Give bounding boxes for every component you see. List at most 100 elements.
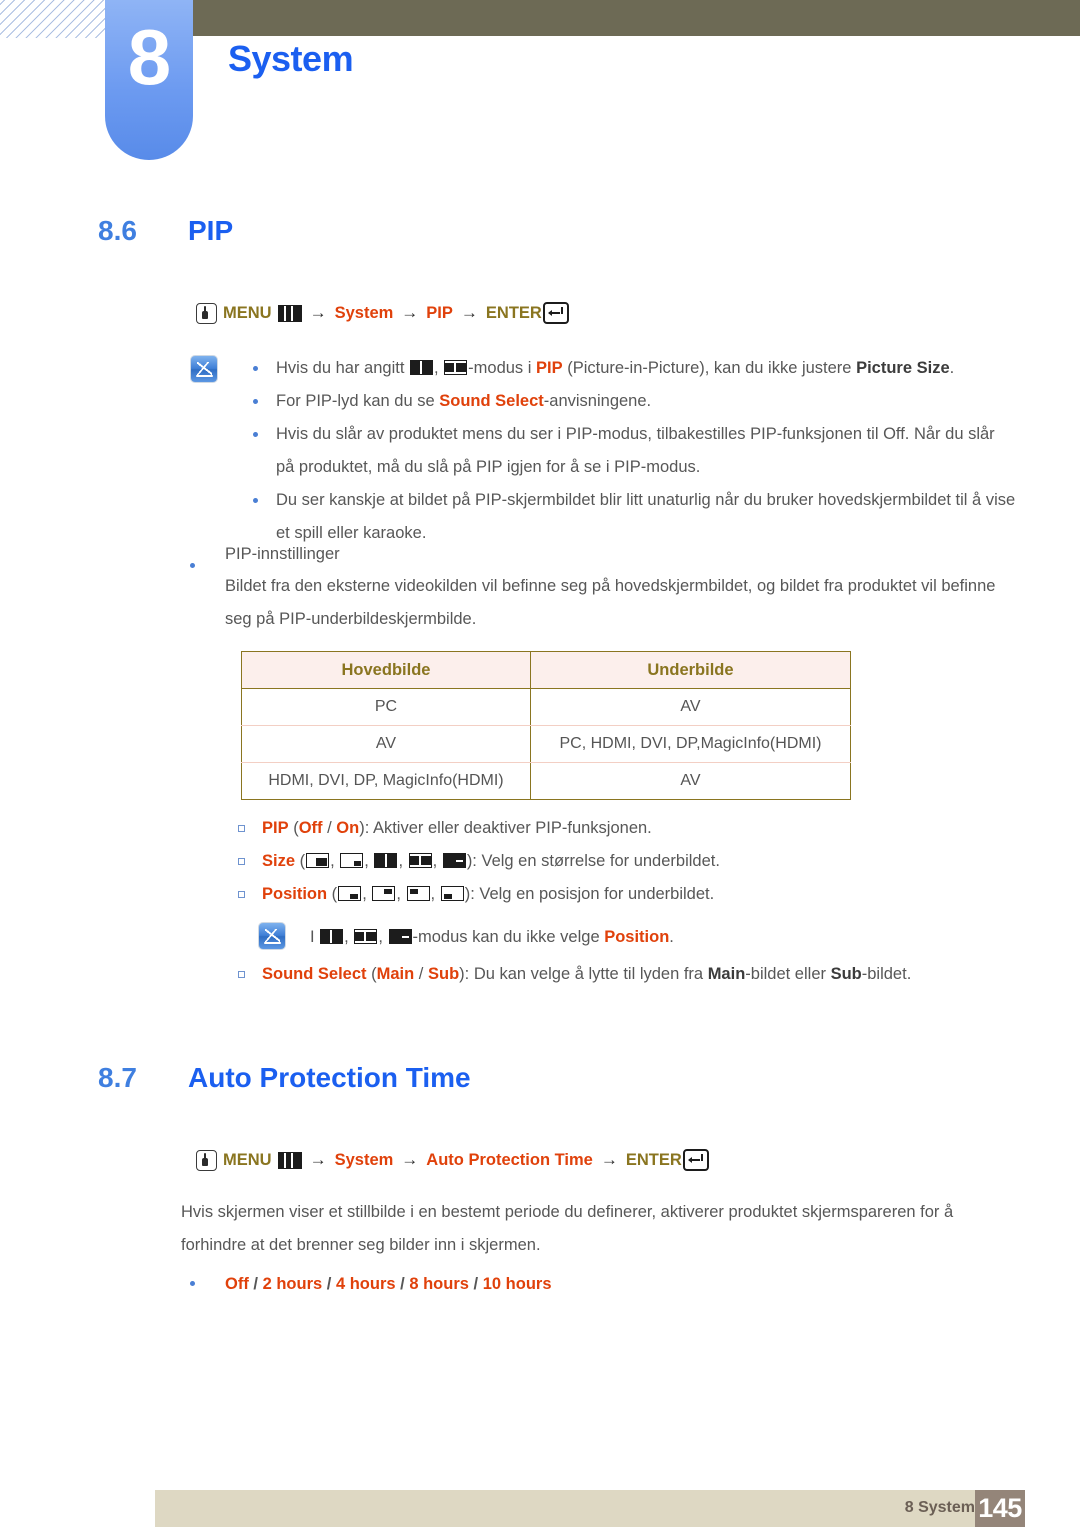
sound-option-main: Main [376,965,415,983]
arrow-icon-2: → [401,1150,419,1169]
section-number: 8.7 [98,1062,137,1093]
footer-chapter-label: 8 System [904,1499,975,1516]
note1-text-1-c: -modus i [468,359,537,377]
pip-settings-heading: PIP-innstillinger [225,545,340,563]
size-glyph-small-pip-icon [340,853,364,868]
position-glyph-bottom-left-icon [440,886,464,901]
position-glyph-top-right-icon [372,886,396,901]
table-cell-main: PC [241,688,531,726]
pip-item-sound-select: Sound Select (Main / Sub): Du kan velge … [262,958,1042,991]
auto-protection-options-bullet [190,1281,195,1286]
table-header-hovedbilde: Hovedbilde [241,651,531,689]
pip-item-slash: / [322,819,337,837]
section-heading-auto-protection-time: 8.7 Auto Protection Time [98,1062,471,1094]
table-row: PC AV [241,688,852,726]
note1-text-1-e: . [949,359,955,377]
arrow-icon-2: → [401,303,419,322]
sound-option-sub: Sub [427,965,460,983]
option-off: Off [225,1275,249,1293]
arrow-icon-1: → [309,303,327,322]
header-olive-bar [193,0,1080,36]
menu-label: MENU [223,1150,272,1169]
size-paren: ( [295,852,306,870]
option-sep-2: / [322,1275,336,1293]
note2-lead: I [310,928,320,946]
header-hatch-decoration [0,0,106,38]
note1-keyword-sound-select: Sound Select [439,392,544,410]
option-10-hours: 10 hours [482,1275,552,1293]
pip-item-desc: ): Aktiver eller deaktiver PIP-funksjone… [359,819,652,837]
menu-path-pip: MENU → System → PIP → ENTER [196,302,569,324]
size-sep-1: , [330,852,340,870]
pip-item-bullet-pip [238,825,245,832]
pip-item-position: Position (, , , ): Velg en posisjon for … [262,878,1022,911]
option-2-hours: 2 hours [262,1275,323,1293]
remote-hand-icon [196,302,217,324]
sound-item-label: Sound Select [262,965,367,983]
option-8-hours: 8 hours [409,1275,469,1293]
note2-sep-1: , [344,928,354,946]
note2-glyph-double-icon [354,929,378,944]
size-sep-4: , [432,852,442,870]
arrow-icon-3: → [460,303,478,322]
pip-item-bullet-position [238,891,245,898]
position-item-desc: ): Velg en posisjon for underbildet. [464,885,715,903]
sound-slash: / [414,965,428,983]
section-number: 8.6 [98,215,137,246]
enter-label: ENTER [485,303,542,322]
table-row: HDMI, DVI, DP, MagicInfo(HDMI) AV [241,762,852,800]
arrow-icon-3: → [600,1150,618,1169]
note1-text-4: Du ser kanskje at bildet på PIP-skjermbi… [276,491,1016,542]
note2-glyph-split-icon [320,929,344,944]
note1-text-1: Hvis du har angitt , -modus i PIP (Pictu… [276,352,1016,385]
arrow-icon-1: → [309,1150,327,1169]
menu-path-item-system: System [334,303,394,322]
pip-item-paren: ( [288,819,299,837]
note1-text-3: Hvis du slår av produktet mens du ser i … [276,425,995,476]
auto-protection-description: Hvis skjermen viser et stillbilde i en b… [181,1203,954,1254]
pip-item-pip: PIP (Off / On): Aktiver eller deaktiver … [262,812,1022,845]
note-icon-1 [190,355,218,383]
pip-item-bullet-sound-select [238,971,245,978]
menu-path-auto-protection-time: MENU → System → Auto Protection Time → E… [196,1149,709,1171]
note1-text-2: For PIP-lyd kan du se Sound Select-anvis… [276,385,1016,418]
note1-bullet-1 [253,366,258,371]
sound-desc-b: -bildet eller [745,965,831,983]
table-cell-main: AV [241,725,531,763]
option-sep-1: / [248,1275,263,1293]
menu-path-item-system: System [334,1150,394,1169]
note2-tail-b: . [669,928,674,946]
note-icon-2 [258,922,286,950]
size-glyph-large-pip-icon [306,853,330,868]
table-row: AV PC, HDMI, DVI, DP,MagicInfo(HDMI) [241,725,852,763]
pip-source-table: Hovedbilde Underbilde PC AV AV PC, HDMI,… [241,651,852,800]
position-paren: ( [327,885,338,903]
remote-hand-icon [196,1149,217,1171]
position-sep-3: , [430,885,440,903]
menu-bars-icon [277,1151,302,1169]
position-item-label: Position [262,885,328,903]
size-glyph-split-icon [374,853,398,868]
pip-option-on: On [336,819,360,837]
position-sep-1: , [362,885,372,903]
pip-item-size: Size (, , , , ): Velg en størrelse for u… [262,845,1022,878]
note2-sep-2: , [378,928,388,946]
note2-text: I , , -modus kan du ikke velge Position. [310,921,1010,954]
sound-paren: ( [366,965,377,983]
note1-text-2-a: For PIP-lyd kan du se [276,392,440,410]
note1-bullet-4 [253,498,258,503]
footer-bar [155,1490,1025,1527]
enter-label: ENTER [625,1150,682,1169]
note1-bullet-3 [253,432,258,437]
note2-glyph-wide-icon [388,929,412,944]
menu-label: MENU [223,303,272,322]
position-glyph-top-left-icon [406,886,430,901]
note2-keyword-position: Position [604,928,670,946]
pip-mode-glyph-split [409,360,433,375]
chapter-title: System [228,38,354,79]
option-sep-4: / [468,1275,483,1293]
option-sep-3: / [395,1275,410,1293]
note1-text-1-b: , [433,359,444,377]
auto-protection-options: Off / 2 hours / 4 hours / 8 hours / 10 h… [225,1268,1005,1301]
note1-bullet-2 [253,399,258,404]
